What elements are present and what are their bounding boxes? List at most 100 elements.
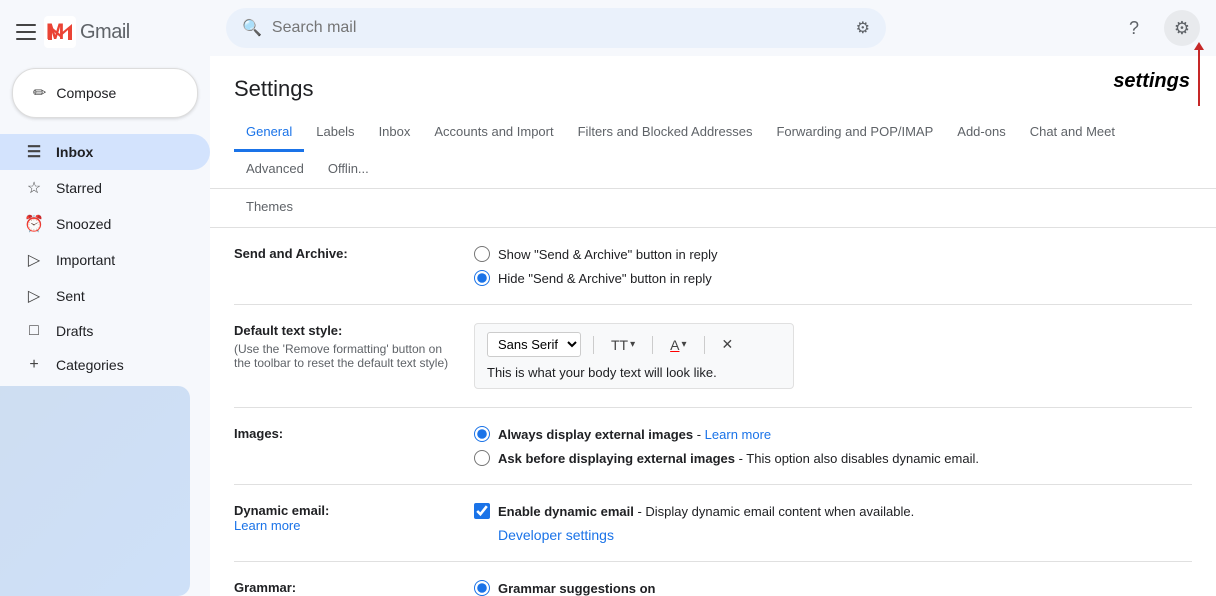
ask-before-option[interactable]: Ask before displaying external images - … — [474, 450, 979, 466]
dynamic-email-row: Dynamic email: Learn more Enable dynamic… — [234, 485, 1192, 562]
compose-pen-icon: ✏ — [33, 83, 46, 103]
always-display-label: Always display external images - Learn m… — [498, 427, 771, 442]
font-size-button[interactable]: TT ▾ — [606, 334, 640, 356]
font-size-arrow: ▾ — [630, 339, 635, 350]
send-archive-options: Show "Send & Archive" button in reply Hi… — [474, 246, 718, 286]
text-color-icon: A — [670, 337, 679, 353]
sidebar-item-label: Snoozed — [56, 216, 111, 232]
settings-arrow-line — [1198, 46, 1200, 106]
sidebar-item-label: Sent — [56, 288, 85, 304]
hide-send-archive-option[interactable]: Hide "Send & Archive" button in reply — [474, 270, 718, 286]
hide-send-archive-radio[interactable] — [474, 270, 490, 286]
sidebar-item-sent[interactable]: ▷ Sent — [0, 278, 210, 314]
tab-forwarding[interactable]: Forwarding and POP/IMAP — [764, 114, 945, 152]
toolbar-separator-3 — [704, 336, 705, 354]
show-send-archive-radio[interactable] — [474, 246, 490, 262]
show-send-archive-label: Show "Send & Archive" button in reply — [498, 247, 718, 262]
help-icon: ? — [1129, 18, 1139, 39]
remove-format-icon: ✕ — [722, 336, 734, 353]
drafts-icon: □ — [24, 322, 44, 340]
sidebar-blue-decoration — [0, 386, 190, 596]
tab-offline[interactable]: Offlin... — [316, 151, 381, 189]
settings-button[interactable]: ⚙ — [1164, 10, 1200, 46]
dynamic-email-checkbox-option[interactable]: Enable dynamic email - Display dynamic e… — [474, 503, 914, 519]
search-filter-icon[interactable]: ⚙ — [856, 18, 870, 38]
sidebar-header: M Gmail — [0, 0, 210, 60]
star-icon: ☆ — [24, 178, 44, 198]
sidebar-item-label: Starred — [56, 180, 102, 196]
topbar: 🔍 ⚙ ? ⚙ settings — [210, 0, 1216, 56]
settings-panel: Settings General Labels Inbox Accounts a… — [210, 56, 1216, 596]
main-content: 🔍 ⚙ ? ⚙ settings Settings General L — [210, 0, 1216, 596]
text-style-toolbar: Sans Serif TT ▾ A ▾ — [474, 323, 794, 389]
text-color-arrow: ▾ — [681, 339, 686, 350]
send-archive-label: Send and Archive: — [234, 246, 454, 261]
remove-formatting-button[interactable]: ✕ — [717, 333, 739, 356]
grammar-options: Grammar suggestions on Grammar suggestio… — [474, 580, 655, 596]
tab-labels[interactable]: Labels — [304, 114, 366, 152]
gmail-logo: M Gmail — [44, 16, 130, 48]
svg-text:M: M — [46, 19, 64, 44]
sidebar-item-label: Inbox — [56, 144, 93, 160]
hamburger-menu-icon[interactable] — [16, 22, 36, 42]
search-icon: 🔍 — [242, 18, 262, 38]
show-send-archive-option[interactable]: Show "Send & Archive" button in reply — [474, 246, 718, 262]
sidebar-item-inbox[interactable]: ☰ Inbox — [0, 134, 210, 170]
tab-addons[interactable]: Add-ons — [945, 114, 1017, 152]
sidebar-item-drafts[interactable]: □ Drafts — [0, 314, 210, 348]
always-display-option[interactable]: Always display external images - Learn m… — [474, 426, 979, 442]
default-text-style-row: Default text style: (Use the 'Remove for… — [234, 305, 1192, 408]
sidebar-item-categories[interactable]: + Categories — [0, 348, 210, 382]
developer-settings-link[interactable]: Developer settings — [498, 527, 614, 543]
toolbar-controls: Sans Serif TT ▾ A ▾ — [487, 332, 781, 357]
dynamic-email-checkbox[interactable] — [474, 503, 490, 519]
grammar-on-label: Grammar suggestions on — [498, 581, 655, 596]
tab-chat[interactable]: Chat and Meet — [1018, 114, 1127, 152]
ask-before-radio[interactable] — [474, 450, 490, 466]
sidebar-item-snoozed[interactable]: ⏰ Snoozed — [0, 206, 210, 242]
toolbar-separator-1 — [593, 336, 594, 354]
dynamic-email-checkbox-label: Enable dynamic email - Display dynamic e… — [498, 504, 914, 519]
sidebar-item-starred[interactable]: ☆ Starred — [0, 170, 210, 206]
settings-content: Send and Archive: Show "Send & Archive" … — [210, 228, 1216, 596]
grammar-row: Grammar: Grammar suggestions on Grammar … — [234, 562, 1192, 596]
tab-general[interactable]: General — [234, 114, 304, 152]
search-box[interactable]: 🔍 ⚙ — [226, 8, 886, 48]
search-input[interactable] — [272, 19, 856, 37]
dynamic-email-options: Enable dynamic email - Display dynamic e… — [474, 503, 914, 543]
grammar-on-option[interactable]: Grammar suggestions on — [474, 580, 655, 596]
settings-gear-icon: ⚙ — [1174, 18, 1190, 39]
tab-accounts[interactable]: Accounts and Import — [422, 114, 565, 152]
gmail-logo-text: Gmail — [80, 21, 130, 44]
hide-send-archive-label: Hide "Send & Archive" button in reply — [498, 271, 712, 286]
sidebar-item-label: Categories — [56, 357, 124, 373]
tab-advanced[interactable]: Advanced — [234, 151, 316, 189]
themes-tab-row: Themes — [210, 189, 1216, 228]
dynamic-email-learn-more-link[interactable]: Learn more — [234, 518, 300, 533]
text-style-sublabel: (Use the 'Remove formatting' button on t… — [234, 342, 454, 370]
images-options: Always display external images - Learn m… — [474, 426, 979, 466]
font-select[interactable]: Sans Serif — [487, 332, 581, 357]
help-button[interactable]: ? — [1116, 10, 1152, 46]
images-learn-more-link[interactable]: Learn more — [705, 427, 771, 442]
dynamic-email-label: Dynamic email: Learn more — [234, 503, 454, 533]
text-color-button[interactable]: A ▾ — [665, 334, 691, 356]
always-display-radio[interactable] — [474, 426, 490, 442]
settings-annotation-label: settings — [1113, 70, 1190, 93]
tab-inbox[interactable]: Inbox — [367, 114, 423, 152]
sent-icon: ▷ — [24, 286, 44, 306]
images-row: Images: Always display external images -… — [234, 408, 1192, 485]
clock-icon: ⏰ — [24, 214, 44, 234]
gmail-m-icon: M — [44, 16, 76, 48]
settings-area: ⚙ settings — [1164, 10, 1200, 46]
compose-button[interactable]: ✏ Compose — [12, 68, 198, 118]
settings-title: Settings — [210, 56, 1216, 114]
tab-filters[interactable]: Filters and Blocked Addresses — [566, 114, 765, 152]
text-style-label: Default text style: (Use the 'Remove for… — [234, 323, 454, 370]
toolbar-separator-2 — [652, 336, 653, 354]
tab-themes[interactable]: Themes — [234, 189, 305, 227]
sidebar: M Gmail ✏ Compose ☰ Inbox ☆ Starred ⏰ Sn… — [0, 0, 210, 596]
settings-tabs: General Labels Inbox Accounts and Import… — [210, 114, 1216, 189]
grammar-on-radio[interactable] — [474, 580, 490, 596]
sidebar-item-important[interactable]: ▷ Important — [0, 242, 210, 278]
